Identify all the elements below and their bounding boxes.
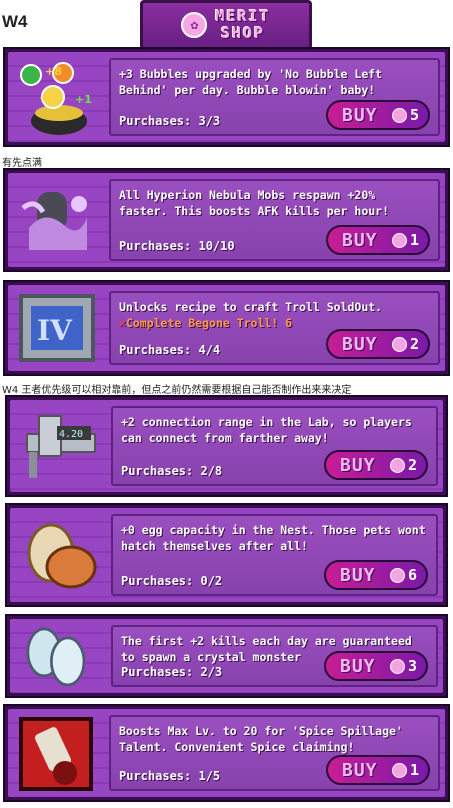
item-description: Boosts Max Lv. to 20 for 'Spice Spillage… bbox=[119, 724, 403, 754]
shop-item-nest-egg: +0 egg capacity in the Nest. Those pets … bbox=[5, 503, 448, 607]
shop-item-hyperion-nebula: All Hyperion Nebula Mobs respawn +20% fa… bbox=[3, 168, 450, 272]
item-purchases: Purchases: 4/4 bbox=[119, 343, 221, 357]
item-purchases: Purchases: 3/3 bbox=[119, 114, 221, 128]
egg-icon bbox=[17, 513, 101, 597]
buy-button[interactable]: BUY 5 bbox=[326, 100, 430, 130]
svg-text:+8: +8 bbox=[45, 65, 62, 78]
crystal-monster-icon bbox=[17, 618, 93, 694]
item-description: Unlocks recipe to craft Troll SoldOut. ✕… bbox=[119, 300, 383, 330]
shop-item-troll-soldout: IV Unlocks recipe to craft Troll SoldOut… bbox=[3, 280, 450, 376]
svg-text:IV: IV bbox=[37, 314, 73, 347]
banner-title: MERIT SHOP bbox=[215, 7, 271, 42]
merit-coin-icon bbox=[391, 232, 407, 248]
hyperion-nebula-mob-icon bbox=[15, 178, 99, 262]
buy-button[interactable]: BUY 2 bbox=[324, 450, 428, 480]
item-purchases: Purchases: 2/3 bbox=[121, 665, 223, 679]
item-purchases: Purchases: 1/5 bbox=[119, 769, 221, 783]
shop-item-crystal-monster: The first +2 kills each day are guarante… bbox=[5, 614, 448, 698]
item-purchases: Purchases: 2/8 bbox=[121, 464, 223, 478]
buy-button[interactable]: BUY 6 bbox=[324, 560, 428, 590]
buy-button[interactable]: BUY 3 bbox=[324, 651, 428, 681]
merit-shop-banner: ✿ MERIT SHOP bbox=[140, 0, 312, 50]
item-purchases: Purchases: 0/2 bbox=[121, 574, 223, 588]
troll-iv-tablet-icon: IV bbox=[15, 286, 99, 370]
caliper-gauge-icon: 4.20 bbox=[17, 404, 101, 488]
svg-text:+2: +2 bbox=[39, 91, 56, 104]
page-heading: W4 bbox=[2, 12, 28, 31]
svg-text:+1: +1 bbox=[75, 93, 92, 106]
merit-coin-icon bbox=[391, 107, 407, 123]
buy-button[interactable]: BUY 1 bbox=[326, 755, 430, 785]
spice-spillage-talent-icon bbox=[15, 711, 99, 795]
buy-button[interactable]: BUY 1 bbox=[326, 225, 430, 255]
item-description: +3 Bubbles upgraded by 'No Bubble Left B… bbox=[119, 67, 383, 97]
item-description: All Hyperion Nebula Mobs respawn +20% fa… bbox=[119, 188, 390, 218]
shop-item-spice-spillage: Boosts Max Lv. to 20 for 'Spice Spillage… bbox=[3, 704, 450, 802]
merit-coin-icon bbox=[391, 762, 407, 778]
item-description: +2 connection range in the Lab, so playe… bbox=[121, 415, 412, 445]
merit-coin-icon bbox=[389, 567, 405, 583]
item-description: +0 egg capacity in the Nest. Those pets … bbox=[121, 523, 426, 553]
merit-coin-icon bbox=[389, 658, 405, 674]
bubble-cauldron-icon: +2 +8 +1 bbox=[15, 55, 99, 139]
merit-coin-icon bbox=[391, 336, 407, 352]
buy-button[interactable]: BUY 2 bbox=[326, 329, 430, 359]
merit-coin-icon bbox=[389, 457, 405, 473]
shop-item-bubbles: +2 +8 +1 +3 Bubbles upgraded by 'No Bubb… bbox=[3, 47, 450, 147]
note-text: W4 王者优先级可以相对靠前，但点之前仍然需要根据自己能否制作出来来决定 bbox=[2, 385, 352, 396]
item-requirement: Complete Begone Troll! 6 bbox=[125, 316, 293, 330]
note-text: 有先点满 bbox=[2, 158, 42, 169]
svg-text:4.20: 4.20 bbox=[59, 429, 83, 440]
item-purchases: Purchases: 10/10 bbox=[119, 239, 235, 253]
shop-item-lab-connection: 4.20 +2 connection range in the Lab, so … bbox=[5, 395, 448, 497]
incomplete-x-icon: ✕ bbox=[119, 316, 126, 330]
merit-coin-icon: ✿ bbox=[181, 12, 208, 38]
